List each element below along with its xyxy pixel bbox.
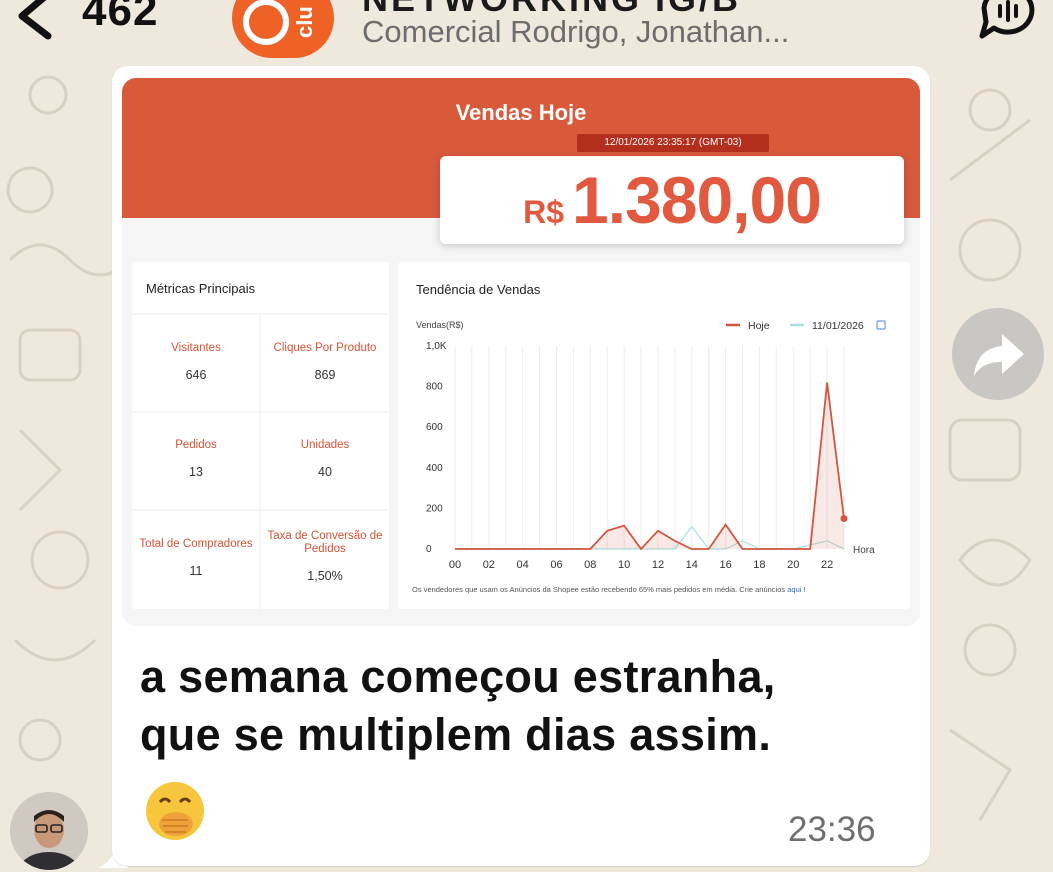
y-tick-label: 200 [426, 503, 443, 514]
trend-title: Tendência de Vendas [416, 282, 541, 297]
message-text: a semana começou estranha, que se multip… [140, 648, 900, 764]
report-title: Vendas Hoje [455, 100, 587, 125]
calendar-icon[interactable] [876, 320, 886, 330]
unread-count[interactable]: 462 [82, 0, 158, 36]
metric-value: 646 [185, 368, 207, 382]
x-tick-label: 10 [618, 559, 630, 571]
series-last-point [840, 515, 848, 523]
legend-label: 11/01/2026 [812, 320, 864, 332]
message-line-1: a semana começou estranha, [140, 651, 776, 702]
metric-pedidos: Pedidos 13 [132, 439, 260, 536]
avatar-text: clu [292, 6, 317, 38]
y-tick-label: 0 [426, 544, 432, 555]
metric-label: Total de Compradores [139, 538, 253, 550]
sales-total-card: R$ 1.380,00 [440, 156, 904, 244]
report-timestamp: 12/01/2026 23:35:17 (GMT-03) [577, 134, 769, 152]
metric-cliques: Cliques Por Produto 869 [261, 342, 389, 439]
metrics-panel: Métricas Principais Visitantes 646 Cliqu… [132, 262, 389, 609]
chat-header: 462 clu NETWORKING IG/B Comercial Rodrig… [0, 0, 1053, 62]
metric-label: Unidades [300, 439, 350, 451]
face-with-hand-over-mouth-icon [146, 782, 204, 840]
sales-total: 1.380,00 [571, 163, 822, 237]
group-members[interactable]: Comercial Rodrigo, Jonathan... [362, 14, 789, 50]
metric-compradores: Total de Compradores 11 [132, 538, 260, 626]
y-axis-label: Vendas(R$) [416, 320, 464, 330]
x-tick-label: 22 [821, 559, 833, 571]
metric-value: 13 [189, 465, 203, 479]
series-line-0 [455, 382, 845, 551]
x-tick-label: 06 [550, 559, 562, 571]
metric-unidades: Unidades 40 [261, 439, 389, 536]
currency-symbol: R$ [523, 194, 564, 230]
sender-avatar[interactable] [10, 792, 88, 870]
metric-label: Cliques Por Produto [273, 342, 377, 354]
metric-label: Taxa de Conversão de Pedidos [267, 530, 383, 555]
message-image[interactable]: Vendas Hoje 12/01/2026 23:35:17 (GMT-03)… [122, 78, 920, 626]
legend-label: Hoje [748, 320, 770, 332]
x-tick-label: 02 [483, 559, 495, 571]
metric-value: 869 [314, 368, 336, 382]
x-tick-label: 16 [719, 559, 731, 571]
forward-button[interactable] [952, 308, 1044, 400]
x-tick-label: 14 [686, 559, 698, 571]
trend-chart: Tendência de Vendas Vendas(R$) Hora Hoje… [412, 282, 886, 594]
y-tick-label: 800 [426, 382, 443, 393]
x-axis-label: Hora [853, 545, 875, 556]
back-chevron-icon[interactable] [8, 0, 58, 40]
metric-value: 11 [189, 564, 203, 578]
x-tick-label: 08 [584, 559, 596, 571]
x-tick-label: 04 [517, 559, 529, 571]
x-tick-label: 00 [449, 559, 461, 571]
metric-value: 40 [318, 465, 332, 479]
metric-label: Pedidos [175, 439, 217, 451]
metric-label: Visitantes [171, 342, 221, 354]
group-avatar[interactable]: clu [232, 0, 334, 58]
plot-area: 0 200 400 600 800 1,0K 00 02 04 06 08 10 12 14 16 18 20 2… [426, 341, 848, 571]
x-tick-label: 18 [753, 559, 765, 571]
chart-legend: Hoje 11/01/2026 [726, 320, 886, 332]
series-area-0 [455, 382, 844, 549]
y-tick-label: 1,0K [426, 341, 447, 352]
footnote-link[interactable]: aqui [787, 585, 802, 594]
ads-footnote: Os vendedores que usam os Anúncios da Sh… [412, 585, 806, 594]
call-icon[interactable] [976, 0, 1040, 42]
footnote-text: Os vendedores que usam os Anúncios da Sh… [412, 585, 787, 594]
x-tick-label: 12 [652, 559, 664, 571]
metric-value: 1,50% [307, 569, 343, 583]
metric-visitantes: Visitantes 646 [132, 342, 260, 439]
trend-panel: Tendência de Vendas Vendas(R$) Hora Hoje… [398, 262, 910, 609]
footnote-end: ! [801, 585, 805, 594]
y-tick-label: 400 [426, 463, 443, 474]
message-line-2: que se multiplem dias assim. [140, 709, 772, 760]
message-time: 23:36 [788, 810, 876, 849]
y-tick-label: 600 [426, 422, 443, 433]
x-tick-label: 20 [787, 559, 799, 571]
metric-conversao: Taxa de Conversão de Pedidos 1,50% [261, 530, 389, 626]
forward-icon [974, 334, 1024, 376]
